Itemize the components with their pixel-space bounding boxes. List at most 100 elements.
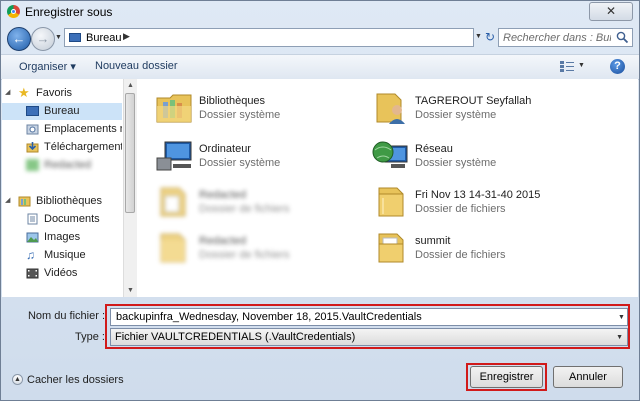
file-name: Fri Nov 13 14-31-40 2015 xyxy=(415,189,541,201)
chrome-icon xyxy=(7,5,20,18)
file-item[interactable]: Réseau Dossier système xyxy=(353,133,563,177)
nav-libraries[interactable]: ◢ Bibliothèques xyxy=(2,193,122,210)
nav-documents-label: Documents xyxy=(44,213,100,225)
file-type: Dossier système xyxy=(199,109,281,121)
hide-folders-button[interactable]: Cacher les dossiers xyxy=(27,374,124,386)
green-app-icon xyxy=(26,159,39,171)
collapse-arrow-icon[interactable]: ◢ xyxy=(5,196,10,204)
nav-redacted-item[interactable]: Redacted xyxy=(2,157,122,174)
file-name: Réseau xyxy=(415,143,453,155)
file-item[interactable]: Ordinateur Dossier système xyxy=(137,133,347,177)
nav-videos-label: Vidéos xyxy=(44,267,78,279)
file-type: Dossier de fichiers xyxy=(415,249,506,261)
refresh-icon[interactable]: ↻ xyxy=(483,30,497,44)
nav-recent-places[interactable]: Emplacements réc xyxy=(2,121,122,138)
nav-libraries-label: Bibliothèques xyxy=(36,195,103,207)
file-type: Dossier de fichiers xyxy=(199,203,290,215)
file-list: Bibliothèques Dossier système TAGREROUT … xyxy=(137,79,638,297)
nav-music[interactable]: ♫ Musique xyxy=(2,247,122,264)
save-highlight-box xyxy=(466,363,547,391)
file-item[interactable]: Redacted Dossier de fichiers xyxy=(137,225,347,269)
nav-scrollbar[interactable]: ▲ ▼ xyxy=(123,79,137,297)
file-name: Ordinateur xyxy=(199,143,251,155)
nav-redacted-label: Redacted xyxy=(44,159,92,171)
collapse-up-icon[interactable]: ▲ xyxy=(12,374,23,385)
search-input[interactable] xyxy=(503,30,611,45)
file-type: Dossier système xyxy=(199,157,281,169)
chevron-right-icon[interactable]: ▶ xyxy=(123,31,130,42)
nav-music-label: Musique xyxy=(44,249,86,261)
organize-button[interactable]: Organiser ▾ xyxy=(19,60,76,73)
scroll-up-icon[interactable]: ▲ xyxy=(127,82,134,89)
filename-label: Nom du fichier : xyxy=(27,310,105,322)
history-dropdown-icon[interactable]: ▼ xyxy=(55,34,62,41)
view-dropdown-icon[interactable]: ▼ xyxy=(578,62,585,69)
videos-icon xyxy=(26,268,39,279)
address-dropdown-icon[interactable]: ▼ xyxy=(475,33,482,40)
fields-highlight-box xyxy=(105,304,630,349)
window-title: Enregistrer sous xyxy=(25,5,113,19)
file-item[interactable]: summit Dossier de fichiers xyxy=(353,225,563,269)
nav-images[interactable]: Images xyxy=(2,229,122,246)
navigation-pane: ◢ ★ Favoris Bureau Emplacements réc Télé… xyxy=(2,79,122,297)
file-name: Bibliothèques xyxy=(199,95,266,107)
folder-icon xyxy=(378,187,404,217)
content-area: ◢ ★ Favoris Bureau Emplacements réc Télé… xyxy=(2,79,638,297)
music-icon: ♫ xyxy=(26,248,35,262)
desktop-icon xyxy=(69,33,81,42)
file-type: Dossier de fichiers xyxy=(415,203,506,215)
new-folder-button[interactable]: Nouveau dossier xyxy=(95,60,178,72)
images-icon xyxy=(26,232,39,243)
back-button[interactable]: ← xyxy=(7,27,31,51)
address-bar[interactable]: Bureau ▶ xyxy=(64,28,474,47)
command-bar: Organiser ▾ Nouveau dossier ▼ ? xyxy=(1,54,639,80)
file-name: Redacted xyxy=(199,235,247,247)
scroll-down-icon[interactable]: ▼ xyxy=(127,287,134,294)
network-icon xyxy=(372,141,408,168)
file-name: summit xyxy=(415,235,451,247)
search-box[interactable] xyxy=(498,28,633,47)
file-name: Redacted xyxy=(199,189,247,201)
cancel-button[interactable]: Annuler xyxy=(553,366,623,388)
help-icon[interactable]: ? xyxy=(610,59,625,74)
nav-favorites[interactable]: ◢ ★ Favoris xyxy=(2,85,122,102)
search-icon[interactable] xyxy=(616,31,629,44)
view-options-icon[interactable] xyxy=(560,61,574,72)
nav-downloads-label: Téléchargements xyxy=(44,141,122,153)
file-type: Dossier système xyxy=(415,109,497,121)
title-bar: Enregistrer sous ✕ xyxy=(1,1,639,23)
downloads-icon xyxy=(26,142,39,153)
file-item[interactable]: Redacted Dossier de fichiers xyxy=(137,179,347,223)
save-as-dialog: Enregistrer sous ✕ ← → ▼ Bureau ▶ ▼ ↻ Or… xyxy=(0,0,640,401)
nav-favorites-label: Favoris xyxy=(36,87,73,99)
libraries-folder-icon xyxy=(156,94,192,123)
recent-places-icon xyxy=(26,124,39,135)
nav-videos[interactable]: Vidéos xyxy=(2,265,122,282)
forward-button[interactable]: → xyxy=(31,27,55,51)
documents-icon xyxy=(27,213,38,225)
nav-recent-places-label: Emplacements réc xyxy=(44,123,122,135)
address-row: ← → ▼ Bureau ▶ ▼ ↻ xyxy=(1,25,639,51)
file-name: TAGREROUT Seyfallah xyxy=(415,95,532,107)
address-location[interactable]: Bureau xyxy=(86,32,121,44)
star-icon: ★ xyxy=(18,85,30,100)
nav-images-label: Images xyxy=(44,231,81,243)
file-item[interactable]: TAGREROUT Seyfallah Dossier système xyxy=(353,85,563,129)
file-type: Dossier de fichiers xyxy=(199,249,290,261)
user-folder-icon xyxy=(376,93,405,124)
file-item[interactable]: Fri Nov 13 14-31-40 2015 Dossier de fich… xyxy=(353,179,563,223)
nav-desktop-label: Bureau xyxy=(44,105,80,117)
collapse-arrow-icon[interactable]: ◢ xyxy=(5,88,10,96)
folder-icon xyxy=(160,233,186,263)
close-button[interactable]: ✕ xyxy=(589,2,633,21)
nav-downloads[interactable]: Téléchargements xyxy=(2,139,122,156)
file-item[interactable]: Bibliothèques Dossier système xyxy=(137,85,347,129)
type-label: Type : xyxy=(75,331,105,343)
nav-desktop[interactable]: Bureau xyxy=(2,103,122,120)
nav-documents[interactable]: Documents xyxy=(2,211,122,228)
libraries-icon xyxy=(18,196,31,207)
folder-icon xyxy=(160,187,186,217)
scrollbar-thumb[interactable] xyxy=(125,93,135,213)
desktop-icon xyxy=(26,106,39,116)
file-type: Dossier système xyxy=(415,157,497,169)
